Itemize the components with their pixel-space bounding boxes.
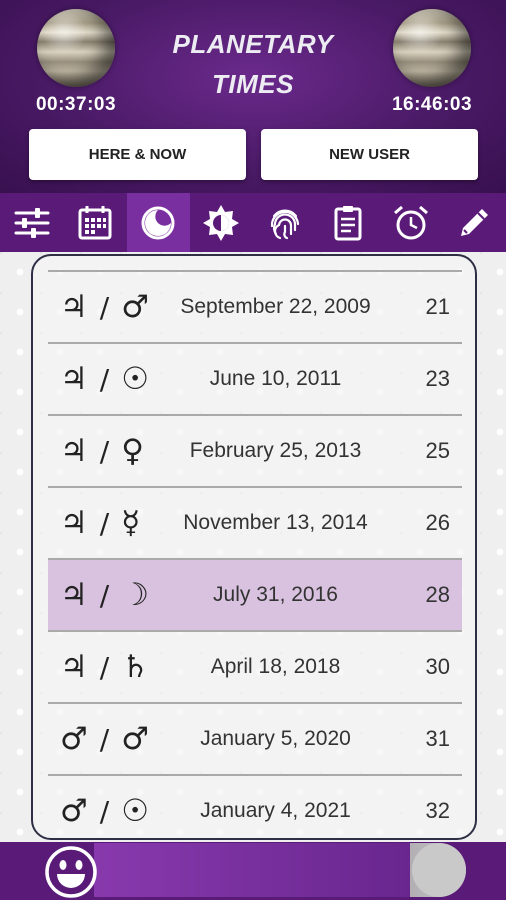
mood-slider-knob[interactable] bbox=[412, 843, 466, 897]
smiley-icon[interactable] bbox=[44, 845, 98, 899]
planet-symbol: ♂ bbox=[121, 289, 150, 325]
new-user-button[interactable]: NEW USER bbox=[261, 129, 478, 180]
calendar-icon bbox=[78, 205, 112, 239]
app-title: PLANETARY TIMES bbox=[150, 24, 356, 104]
separator: / bbox=[99, 794, 110, 828]
tab-edit[interactable] bbox=[443, 193, 506, 252]
list-item[interactable]: ♃ / ☉ June 10, 2011 23 bbox=[48, 342, 462, 414]
period-age: 30 bbox=[425, 654, 450, 679]
list-item-selected[interactable]: ♃ / ☽ July 31, 2016 28 bbox=[48, 558, 462, 630]
planet-symbol: ☉ bbox=[121, 793, 150, 829]
pencil-icon bbox=[461, 208, 489, 236]
jupiter-image-left bbox=[37, 9, 115, 87]
sun-icon bbox=[203, 204, 240, 241]
planet-pair: ♃ / ♀ bbox=[60, 416, 144, 486]
period-date: July 31, 2016 bbox=[213, 583, 338, 606]
period-age: 28 bbox=[425, 582, 450, 607]
planet-pair: ♂ / ☉ bbox=[60, 776, 150, 838]
sunrise-time: 00:37:03 bbox=[35, 94, 117, 115]
separator: / bbox=[99, 362, 110, 396]
planet-pair: ♂ / ♂ bbox=[60, 704, 149, 774]
separator: / bbox=[99, 650, 110, 684]
planet-symbol: ☿ bbox=[121, 505, 141, 541]
app-title-line1: PLANETARY bbox=[172, 29, 334, 59]
period-age: 25 bbox=[425, 438, 450, 463]
periods-list: ♃ / ♂ September 22, 2009 21 ♃ / ☉ June 10, 2… bbox=[48, 270, 462, 838]
period-age: 26 bbox=[425, 510, 450, 535]
planet-symbol: ♃ bbox=[60, 649, 88, 685]
toolbar bbox=[0, 193, 506, 252]
period-date: November 13, 2014 bbox=[183, 511, 368, 534]
period-date: September 22, 2009 bbox=[180, 295, 371, 318]
here-now-button[interactable]: HERE & NOW bbox=[29, 129, 246, 180]
header: 00:37:03 16:46:03 PLANETARY TIMES HERE &… bbox=[0, 0, 506, 193]
period-age: 31 bbox=[425, 726, 450, 751]
periods-panel[interactable]: ♃ / ♂ September 22, 2009 21 ♃ / ☉ June 10, 2… bbox=[31, 254, 477, 840]
fingerprint-icon bbox=[270, 209, 299, 239]
tab-sun[interactable] bbox=[190, 193, 253, 252]
planet-symbol: ♃ bbox=[60, 505, 88, 541]
alarm-clock-icon bbox=[394, 205, 429, 239]
planet-symbol: ♃ bbox=[60, 361, 88, 397]
list-item[interactable]: ♃ / ☿ November 13, 2014 26 bbox=[48, 486, 462, 558]
period-date: January 4, 2021 bbox=[200, 799, 351, 822]
planet-symbol: ♀ bbox=[121, 433, 144, 469]
planet-symbol: ♃ bbox=[60, 577, 88, 613]
tab-settings[interactable] bbox=[0, 193, 63, 252]
planet-pair: ♃ / ☉ bbox=[60, 344, 149, 414]
separator: / bbox=[99, 434, 110, 468]
jupiter-image-right bbox=[393, 9, 471, 87]
mood-slider-track[interactable] bbox=[94, 843, 466, 897]
tab-alarm[interactable] bbox=[380, 193, 443, 252]
clipboard-icon bbox=[334, 205, 362, 240]
tab-clipboard[interactable] bbox=[316, 193, 379, 252]
planet-symbol: ♄ bbox=[121, 649, 150, 685]
sliders-icon bbox=[14, 207, 50, 238]
period-date: January 5, 2020 bbox=[200, 727, 351, 750]
list-item[interactable]: ♂ / ☉ January 4, 2021 32 bbox=[48, 774, 462, 838]
period-age: 23 bbox=[425, 366, 450, 391]
tab-moon-phase[interactable] bbox=[126, 193, 190, 252]
planet-symbol: ♂ bbox=[60, 793, 88, 829]
period-date: February 25, 2013 bbox=[189, 439, 362, 462]
separator: / bbox=[99, 578, 110, 612]
list-item[interactable]: ♃ / ♀ February 25, 2013 25 bbox=[48, 414, 462, 486]
planet-pair: ♃ / ♂ bbox=[60, 272, 149, 342]
moon-phase-icon bbox=[141, 206, 175, 239]
separator: / bbox=[99, 290, 110, 324]
planet-pair: ♃ / ☿ bbox=[60, 488, 140, 558]
separator: / bbox=[99, 722, 110, 756]
planet-symbol: ♃ bbox=[60, 289, 88, 325]
period-age: 21 bbox=[425, 294, 450, 319]
app-title-line2: TIMES bbox=[212, 69, 294, 99]
tab-calendar[interactable] bbox=[63, 193, 126, 252]
tab-fingerprint[interactable] bbox=[253, 193, 316, 252]
planet-symbol: ♂ bbox=[60, 721, 88, 757]
planet-pair: ♃ / ♄ bbox=[60, 632, 149, 702]
sunset-time: 16:46:03 bbox=[391, 94, 473, 115]
period-date: June 10, 2011 bbox=[209, 367, 342, 390]
planet-symbol: ☽ bbox=[121, 577, 150, 613]
planet-symbol: ☉ bbox=[121, 361, 150, 397]
planet-symbol: ♃ bbox=[60, 433, 88, 469]
planet-symbol: ♂ bbox=[121, 721, 150, 757]
planet-pair: ♃ / ☽ bbox=[60, 560, 149, 630]
separator: / bbox=[99, 506, 110, 540]
period-age: 32 bbox=[425, 798, 450, 823]
list-item[interactable]: ♂ / ♂ January 5, 2020 31 bbox=[48, 702, 462, 774]
period-date: April 18, 2018 bbox=[210, 655, 341, 678]
list-item[interactable]: ♃ / ♂ September 22, 2009 21 bbox=[48, 270, 462, 342]
list-item[interactable]: ♃ / ♄ April 18, 2018 30 bbox=[48, 630, 462, 702]
